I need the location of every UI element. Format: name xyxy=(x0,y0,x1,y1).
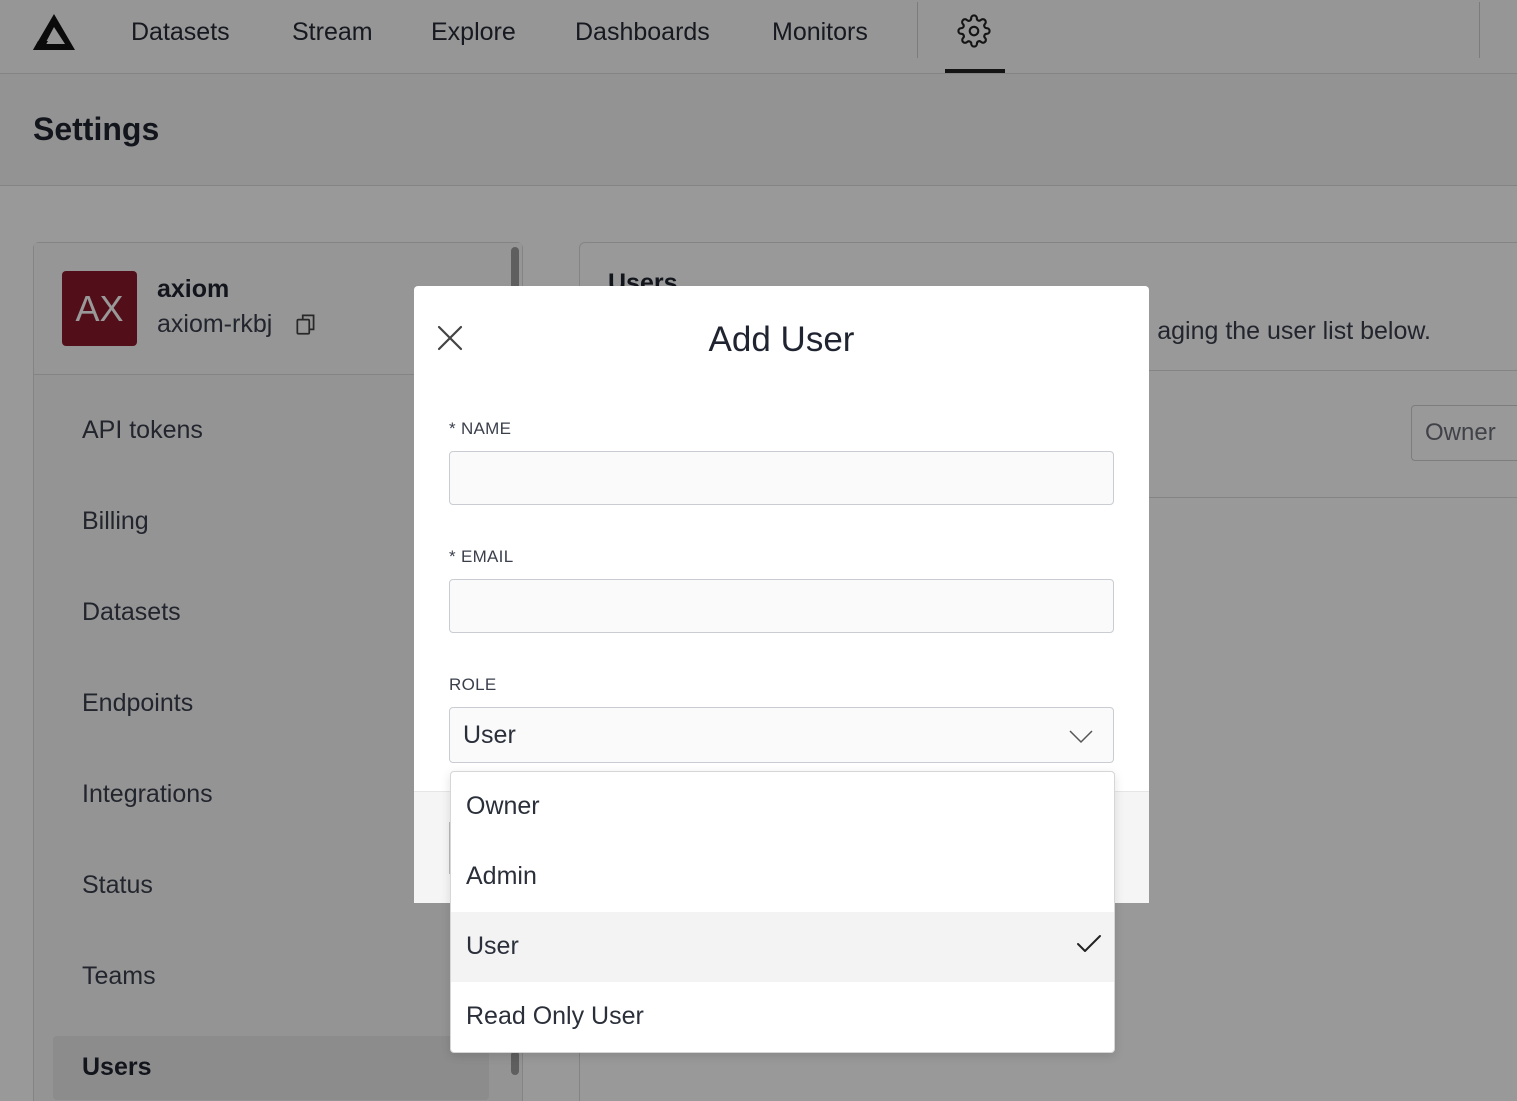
role-dropdown-menu: Owner Admin User Read Only User xyxy=(450,771,1115,1053)
role-option-user[interactable]: User xyxy=(451,912,1114,982)
role-option-label: Admin xyxy=(466,862,537,890)
role-label: ROLE xyxy=(449,675,497,694)
role-option-owner[interactable]: Owner xyxy=(451,772,1114,842)
email-field[interactable] xyxy=(449,579,1114,633)
role-option-label: Read Only User xyxy=(466,1002,644,1030)
role-select-value: User xyxy=(463,721,516,749)
modal-title: Add User xyxy=(708,320,855,359)
name-field[interactable] xyxy=(449,451,1114,505)
role-option-admin[interactable]: Admin xyxy=(451,842,1114,912)
role-select[interactable]: User xyxy=(449,707,1114,763)
email-label: * EMAIL xyxy=(449,547,514,566)
role-option-label: Owner xyxy=(466,792,540,820)
chevron-down-icon xyxy=(1069,730,1093,744)
checkmark-icon xyxy=(1077,935,1101,952)
role-option-read-only-user[interactable]: Read Only User xyxy=(451,982,1114,1052)
name-label: * NAME xyxy=(449,419,512,438)
role-option-label: User xyxy=(466,932,519,960)
